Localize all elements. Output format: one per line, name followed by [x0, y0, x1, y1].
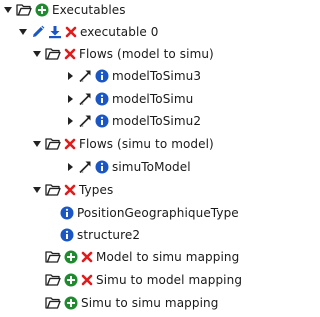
plus-circle-icon[interactable]: [35, 3, 49, 17]
tree-label: PositionGeographiqueType: [77, 206, 239, 220]
tree-label: structure2: [77, 228, 141, 242]
caret-right-icon[interactable]: [64, 157, 76, 177]
folder-open-icon: [45, 137, 61, 151]
folder-open-icon: [45, 47, 61, 61]
tree-label: Types: [79, 183, 114, 197]
tree-node-executable[interactable]: executable 0: [17, 22, 159, 42]
tree-label: executable 0: [80, 25, 159, 39]
folder-open-icon: [45, 296, 61, 310]
tree-node-flow[interactable]: modelToSimu2: [64, 111, 201, 131]
tree-label: modelToSimu2: [112, 114, 202, 128]
tree-node-type[interactable]: structure2: [60, 225, 140, 245]
caret-down-icon[interactable]: [17, 22, 29, 42]
folder-open-icon: [16, 3, 32, 17]
caret-down-icon[interactable]: [2, 0, 14, 20]
arrow-diagonal-icon: [78, 160, 92, 174]
tree-label: Flows (simu to model): [79, 137, 214, 151]
caret-right-icon[interactable]: [64, 111, 76, 131]
tree-label: Model to simu mapping: [96, 250, 240, 264]
folder-open-icon: [45, 183, 61, 197]
x-icon[interactable]: [64, 48, 76, 60]
x-icon[interactable]: [64, 184, 76, 196]
download-icon[interactable]: [48, 25, 62, 39]
plus-circle-icon[interactable]: [64, 296, 78, 310]
info-circle-icon[interactable]: [95, 114, 109, 128]
arrow-diagonal-icon: [78, 92, 92, 106]
tree-node-flows-simu-to-model[interactable]: Flows (simu to model): [31, 134, 214, 154]
caret-down-icon[interactable]: [31, 180, 43, 200]
tree-label: Executables: [52, 3, 126, 17]
pencil-icon[interactable]: [31, 25, 45, 39]
x-icon[interactable]: [64, 138, 76, 150]
tree-label: Simu to model mapping: [96, 273, 243, 287]
tree-node-mapping[interactable]: Simu to simu mapping: [45, 293, 218, 313]
tree-node-flow[interactable]: simuToModel: [64, 157, 191, 177]
arrow-diagonal-icon: [78, 114, 92, 128]
executables-tree: Executables executable 0 Flows (model to…: [0, 0, 277, 317]
caret-down-icon[interactable]: [31, 134, 43, 154]
plus-circle-icon[interactable]: [64, 250, 78, 264]
plus-circle-icon[interactable]: [64, 273, 78, 287]
x-icon[interactable]: [81, 251, 93, 263]
arrow-diagonal-icon: [78, 69, 92, 83]
info-circle-icon[interactable]: [95, 92, 109, 106]
tree-node-executables[interactable]: Executables: [2, 0, 126, 20]
x-icon[interactable]: [65, 26, 77, 38]
caret-right-icon[interactable]: [64, 89, 76, 109]
tree-node-types[interactable]: Types: [31, 180, 113, 200]
info-circle-icon[interactable]: [95, 69, 109, 83]
tree-label: Flows (model to simu): [79, 47, 214, 61]
info-circle-icon[interactable]: [60, 206, 74, 220]
tree-node-mapping[interactable]: Model to simu mapping: [45, 247, 239, 267]
tree-node-mapping[interactable]: Simu to model mapping: [45, 270, 242, 290]
tree-node-flow[interactable]: modelToSimu3: [64, 66, 201, 86]
folder-open-icon: [45, 250, 61, 264]
tree-label: Simu to simu mapping: [81, 296, 219, 310]
folder-open-icon: [45, 273, 61, 287]
tree-node-flow[interactable]: modelToSimu: [64, 89, 193, 109]
caret-right-icon[interactable]: [64, 66, 76, 86]
tree-label: modelToSimu: [112, 92, 194, 106]
caret-down-icon[interactable]: [31, 44, 43, 64]
tree-node-type[interactable]: PositionGeographiqueType: [60, 203, 239, 223]
info-circle-icon[interactable]: [95, 160, 109, 174]
info-circle-icon[interactable]: [60, 228, 74, 242]
tree-node-flows-model-to-simu[interactable]: Flows (model to simu): [31, 44, 214, 64]
tree-label: simuToModel: [112, 160, 191, 174]
tree-label: modelToSimu3: [112, 69, 202, 83]
x-icon[interactable]: [81, 274, 93, 286]
